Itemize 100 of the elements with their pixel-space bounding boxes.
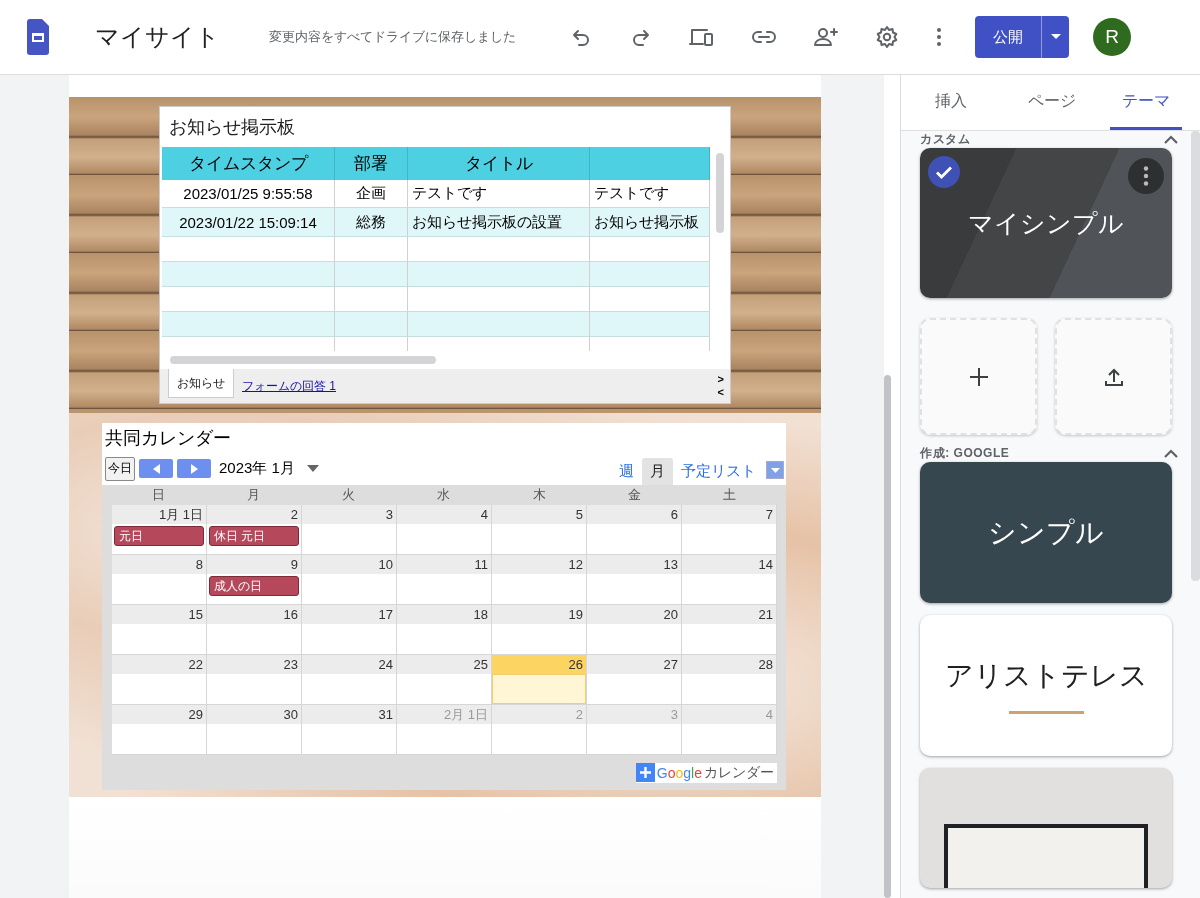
day-number: 29 — [188, 706, 203, 724]
day-cell[interactable]: 17 — [302, 605, 397, 655]
day-number: 24 — [378, 656, 393, 674]
more-icon[interactable] — [935, 25, 943, 49]
day-cell[interactable]: 24 — [302, 655, 397, 705]
theme-card[interactable]: アリストテレス — [920, 615, 1173, 756]
panel-scrollbar[interactable] — [1191, 131, 1200, 581]
horizontal-scrollbar[interactable] — [170, 356, 436, 364]
day-cell[interactable]: 2 休日 元日 — [207, 505, 302, 555]
view-menu-button[interactable] — [766, 461, 784, 479]
sheet-tab[interactable]: フォームの回答 1 — [234, 369, 344, 403]
next-month-button[interactable] — [177, 459, 211, 478]
weekday-label: 木 — [531, 486, 547, 504]
day-number: 14 — [758, 556, 773, 574]
account-avatar[interactable]: R — [1093, 18, 1131, 56]
table-cell: お知らせ掲示板の設置 — [408, 208, 590, 237]
theme-card[interactable]: シンプル — [920, 462, 1173, 603]
panel-tab[interactable]: 挿入 — [901, 75, 1002, 130]
day-number: 16 — [283, 606, 298, 624]
day-cell[interactable]: 27 — [587, 655, 682, 705]
day-cell[interactable]: 31 — [302, 705, 397, 755]
badge-label: カレンダー — [704, 763, 774, 782]
theme-card[interactable] — [920, 768, 1173, 888]
day-cell[interactable]: 13 — [587, 555, 682, 605]
day-cell[interactable]: 15 — [112, 605, 207, 655]
table-cell: 企画 — [335, 180, 408, 208]
column-header: 部署 — [335, 147, 408, 180]
day-cell[interactable]: 6 — [587, 505, 682, 555]
event-chip[interactable]: 成人の日 — [209, 576, 299, 596]
day-cell[interactable]: 7 — [682, 505, 777, 555]
view-tab[interactable]: 週 — [611, 458, 642, 485]
google-calendar-badge[interactable]: Google カレンダー — [635, 762, 777, 783]
day-number: 20 — [663, 606, 678, 624]
more-icon[interactable] — [1128, 158, 1165, 194]
day-cell[interactable]: 5 — [492, 505, 587, 555]
settings-icon[interactable] — [875, 25, 899, 49]
day-cell[interactable]: 28 — [682, 655, 777, 705]
day-cell[interactable]: 30 — [207, 705, 302, 755]
day-cell[interactable]: 4 — [397, 505, 492, 555]
day-number: 9 — [290, 556, 298, 574]
day-cell[interactable]: 19 — [492, 605, 587, 655]
table-cell: 2023/01/25 9:55:58 — [162, 180, 335, 208]
day-cell[interactable]: 29 — [112, 705, 207, 755]
publish-menu-button[interactable] — [1041, 16, 1069, 58]
left-triangle-icon[interactable] — [152, 463, 160, 474]
panel-tab[interactable]: ページ — [1001, 75, 1102, 130]
today-button[interactable]: 今日 — [105, 456, 135, 481]
right-triangle-icon[interactable] — [190, 463, 198, 474]
day-cell[interactable]: 16 — [207, 605, 302, 655]
theme-card[interactable]: マイシンプル — [920, 148, 1173, 298]
collapse-chevron-icon[interactable] — [1164, 449, 1179, 458]
day-cell[interactable]: 21 — [682, 605, 777, 655]
day-cell[interactable]: 1月 1日 元日 — [112, 505, 207, 555]
day-number: 2 — [290, 506, 298, 524]
day-cell[interactable]: 10 — [302, 555, 397, 605]
previous-sheet-button[interactable]: < — [717, 386, 724, 399]
day-cell[interactable]: 11 — [397, 555, 492, 605]
day-cell[interactable]: 12 — [492, 555, 587, 605]
upload-icon[interactable] — [1103, 366, 1124, 387]
day-cell[interactable]: 14 — [682, 555, 777, 605]
vertical-scrollbar[interactable] — [716, 153, 724, 233]
day-cell[interactable]: 9 成人の日 — [207, 555, 302, 605]
day-cell[interactable]: 20 — [587, 605, 682, 655]
plus-icon[interactable] — [968, 366, 989, 387]
sheet-tab[interactable]: お知らせ — [168, 369, 234, 398]
view-tab[interactable]: 月 — [642, 458, 673, 485]
site-title[interactable]: マイサイト — [95, 21, 225, 53]
day-cell[interactable]: 3 — [302, 505, 397, 555]
day-number: 30 — [283, 706, 298, 724]
calendar-title: 共同カレンダー — [104, 427, 232, 450]
day-number: 10 — [378, 556, 393, 574]
site-logo-icon[interactable] — [27, 19, 49, 55]
collapse-chevron-icon[interactable] — [1164, 135, 1179, 144]
day-number: 15 — [188, 606, 203, 624]
publish-button[interactable]: 公開 — [975, 16, 1041, 58]
check-icon[interactable] — [928, 156, 961, 188]
next-sheet-button[interactable]: > — [717, 373, 724, 386]
weekday-label: 金 — [626, 486, 642, 504]
day-cell[interactable]: 25 — [397, 655, 492, 705]
event-chip[interactable]: 休日 元日 — [209, 526, 299, 546]
day-number: 13 — [663, 556, 678, 574]
day-number: 23 — [283, 656, 298, 674]
table-cell: テストです — [590, 180, 710, 208]
day-cell[interactable]: 26 — [492, 655, 587, 705]
day-cell[interactable]: 22 — [112, 655, 207, 705]
canvas-scrollbar[interactable] — [884, 375, 892, 898]
caret-icon[interactable] — [1050, 34, 1061, 40]
theme-name: アリストテレス — [944, 659, 1148, 693]
dropdown-arrow-icon[interactable] — [306, 465, 319, 472]
add-person-icon[interactable] — [813, 25, 839, 49]
event-chip[interactable]: 元日 — [114, 526, 204, 546]
day-number: 18 — [473, 606, 488, 624]
day-number: 6 — [670, 506, 678, 524]
view-tab[interactable]: 予定リスト — [673, 458, 764, 485]
day-cell[interactable]: 23 — [207, 655, 302, 705]
weekday-label: 水 — [436, 486, 452, 504]
dropdown-arrow-icon[interactable] — [770, 467, 780, 473]
day-cell[interactable]: 8 — [112, 555, 207, 605]
day-cell[interactable]: 18 — [397, 605, 492, 655]
previous-month-button[interactable] — [139, 459, 173, 478]
